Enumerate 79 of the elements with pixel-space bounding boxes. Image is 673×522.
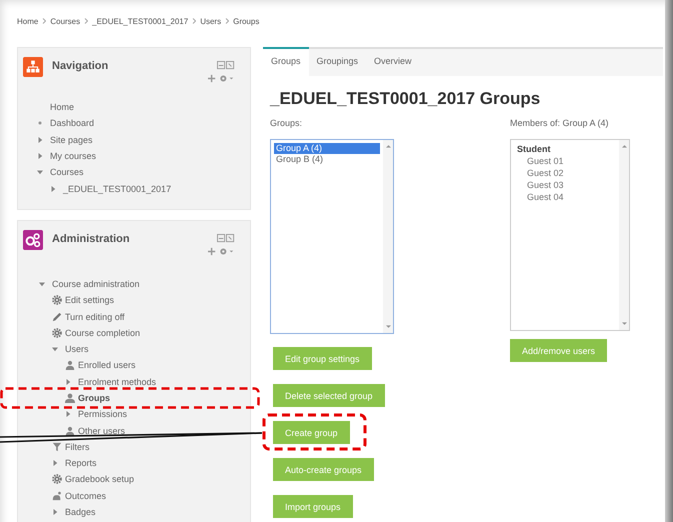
tree-item[interactable]: Enrolment methods [78, 376, 156, 387]
scroll-up-icon[interactable] [386, 144, 390, 148]
scroll-down-icon[interactable] [622, 322, 626, 326]
chevron-icon [225, 18, 230, 24]
expand-arrow-icon[interactable] [52, 460, 58, 466]
scrollbar[interactable] [619, 140, 629, 330]
scroll-down-icon[interactable] [386, 325, 390, 329]
expand-arrow-icon[interactable] [65, 378, 71, 385]
block-title: Navigation [52, 60, 110, 72]
tree-item[interactable]: Reports [65, 458, 97, 468]
move-gear-icon[interactable] [208, 246, 235, 256]
tree-item[interactable]: _EDUEL_TEST0001_2017 [63, 184, 172, 194]
chevron-icon [42, 18, 46, 24]
expand-arrow-icon[interactable] [37, 136, 43, 143]
bullet-icon [37, 120, 43, 126]
block-title: Administration [52, 232, 131, 245]
users-icon [65, 393, 75, 403]
breadcrumb-link[interactable]: Groups [233, 16, 260, 26]
tree-item[interactable]: Outcomes [65, 490, 106, 501]
breadcrumb-link[interactable]: Courses [50, 16, 80, 26]
tree-item[interactable]: Courses [50, 167, 84, 178]
tree-item[interactable]: Site pages [50, 134, 93, 145]
tree-item[interactable]: Dashboard [50, 118, 94, 128]
tree-item[interactable]: Turn editing off [65, 312, 125, 322]
chevron-icon [192, 18, 196, 24]
chevron-icon [84, 18, 88, 24]
tree-item[interactable]: Course completion [65, 328, 140, 338]
tree-item[interactable]: My courses [50, 151, 96, 162]
expand-arrow-icon[interactable] [37, 153, 43, 160]
gear-icon [52, 295, 62, 306]
outcomes-icon [52, 490, 62, 501]
gears-icon [23, 230, 43, 250]
gear-icon [52, 474, 62, 484]
field-label: Groups: [270, 118, 304, 128]
expand-arrow-icon[interactable] [37, 169, 43, 176]
tree-item[interactable]: Badges [65, 507, 96, 518]
scrollbar[interactable] [383, 140, 393, 333]
scroll-up-icon[interactable] [622, 144, 626, 148]
tree-item[interactable]: Gradebook setup [65, 474, 134, 484]
tab[interactable]: Groups [263, 47, 309, 76]
tree-item[interactable]: Users [65, 344, 89, 354]
dock-icon[interactable] [217, 234, 235, 243]
members-listbox[interactable]: Student Guest 01 Guest 02 Guest 03 Guest 04 [510, 139, 630, 331]
person-icon [65, 360, 75, 370]
list-option[interactable]: Group B (4) [274, 154, 380, 165]
tree-item[interactable]: Edit settings [65, 295, 114, 306]
filter-icon [52, 442, 62, 452]
page-heading: _EDUEL_TEST0001_2017 Groups [270, 89, 542, 109]
tree-item[interactable]: Groups [78, 393, 110, 403]
tab[interactable]: Groupings [308, 49, 366, 76]
breadcrumb-link[interactable]: Users [200, 16, 222, 26]
pencil-icon [52, 312, 62, 322]
list-option[interactable]: Group A (4) [274, 143, 380, 154]
groups-listbox[interactable]: Group A (4) Group B (4) [270, 139, 394, 334]
move-gear-icon[interactable] [208, 74, 235, 83]
field-label: Members of: Group A (4) [510, 118, 610, 128]
member-option[interactable]: Guest 03 [514, 179, 616, 191]
tree-item[interactable]: Home [50, 102, 74, 112]
tree-item[interactable]: Enrolled users [78, 360, 136, 370]
sitemap-icon [23, 57, 43, 77]
member-option[interactable]: Guest 01 [514, 155, 616, 167]
tree-item[interactable]: Course administration [52, 278, 140, 289]
tree-item[interactable]: Permissions [78, 409, 128, 420]
gear-icon [52, 328, 62, 338]
tab[interactable]: Overview [366, 49, 420, 76]
expand-arrow-icon[interactable] [52, 346, 58, 352]
member-option[interactable]: Guest 04 [514, 191, 616, 203]
dock-icon[interactable] [217, 61, 235, 70]
member-option[interactable]: Guest 02 [514, 167, 616, 179]
tree-item[interactable]: Filters [65, 442, 90, 452]
role-heading: Student [516, 143, 552, 155]
breadcrumb-link[interactable]: Home [17, 16, 38, 26]
expand-arrow-icon[interactable] [65, 411, 71, 418]
expand-arrow-icon[interactable] [50, 186, 56, 192]
expand-arrow-icon[interactable] [52, 509, 58, 516]
breadcrumb-link[interactable]: _EDUEL_TEST0001_2017 [92, 16, 188, 26]
tree-item[interactable]: Other users [78, 426, 126, 436]
expand-arrow-icon[interactable] [39, 280, 45, 287]
person-icon [65, 426, 75, 436]
